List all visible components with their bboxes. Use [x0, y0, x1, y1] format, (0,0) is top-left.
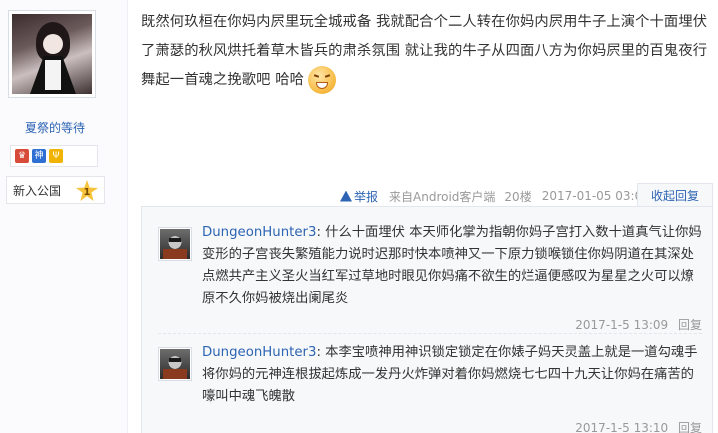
- reply-time: 2017-1-5 13:10: [575, 421, 669, 433]
- reply-separator: :: [316, 225, 321, 240]
- reply-list: DungeonHunter3: 什么十面埋伏 本天师化掌为指朝你妈子宫打入数十道…: [141, 206, 713, 433]
- author-panel: 夏祭的等待 ♛ 神 Ψ 新入公国 1: [0, 0, 128, 433]
- reply-meta: 2017-1-5 13:10 回复: [575, 419, 702, 433]
- post-text: 既然何玖桓在你妈内屄里玩全城戒备 我就配合个二人转在你妈内屄用牛子上演个十面埋伏…: [141, 14, 708, 88]
- reply-username[interactable]: DungeonHunter3: [202, 345, 316, 360]
- avatar[interactable]: [8, 10, 96, 98]
- post-body: 既然何玖桓在你妈内屄里玩全城戒备 我就配合个二人转在你妈内屄用牛子上演个十面埋伏…: [141, 8, 713, 95]
- reply-avatar[interactable]: [158, 347, 192, 381]
- reply-meta: 2017-1-5 13:09 回复: [575, 316, 702, 333]
- author-username[interactable]: 夏祭的等待: [0, 119, 110, 136]
- member-badge-icon[interactable]: ♛: [15, 149, 29, 163]
- grin-emoji-icon: [308, 66, 337, 94]
- post-floor: 20楼: [504, 189, 532, 204]
- reply-divider: [158, 333, 702, 334]
- rank-star-icon: 1: [76, 180, 98, 201]
- reply-separator: :: [316, 345, 321, 360]
- god-badge-icon[interactable]: 神: [32, 149, 46, 163]
- report-link[interactable]: 举报: [340, 188, 378, 205]
- avatar-image: [12, 14, 92, 94]
- fold-replies-button[interactable]: 收起回复: [637, 183, 713, 207]
- reply-time: 2017-1-5 13:09: [575, 318, 669, 332]
- list-item: DungeonHunter3: 什么十面埋伏 本天师化掌为指朝你妈子宫打入数十道…: [158, 225, 702, 337]
- warning-icon: [340, 190, 352, 202]
- rank-label: 新入公国: [13, 183, 62, 198]
- post-source: 来自Android客户端: [389, 189, 496, 204]
- vip-badge-icon[interactable]: Ψ: [49, 149, 63, 163]
- list-item: DungeonHunter3: 本李宝喷神用神识锁定锁定在你婊子妈天灵盖上就是一…: [158, 345, 702, 433]
- reply-content: DungeonHunter3: 什么十面埋伏 本天师化掌为指朝你妈子宫打入数十道…: [202, 222, 702, 310]
- reply-button[interactable]: 回复: [678, 318, 702, 332]
- reply-button[interactable]: 回复: [678, 421, 702, 433]
- report-label: 举报: [354, 189, 379, 204]
- badge-row: ♛ 神 Ψ: [10, 145, 98, 167]
- reply-username[interactable]: DungeonHunter3: [202, 225, 316, 240]
- post-time: 2017-01-05 03:09: [541, 189, 650, 203]
- reply-content: DungeonHunter3: 本李宝喷神用神识锁定锁定在你婊子妈天灵盖上就是一…: [202, 342, 702, 408]
- rank-badge[interactable]: 新入公国 1: [6, 176, 105, 204]
- reply-avatar[interactable]: [158, 227, 192, 261]
